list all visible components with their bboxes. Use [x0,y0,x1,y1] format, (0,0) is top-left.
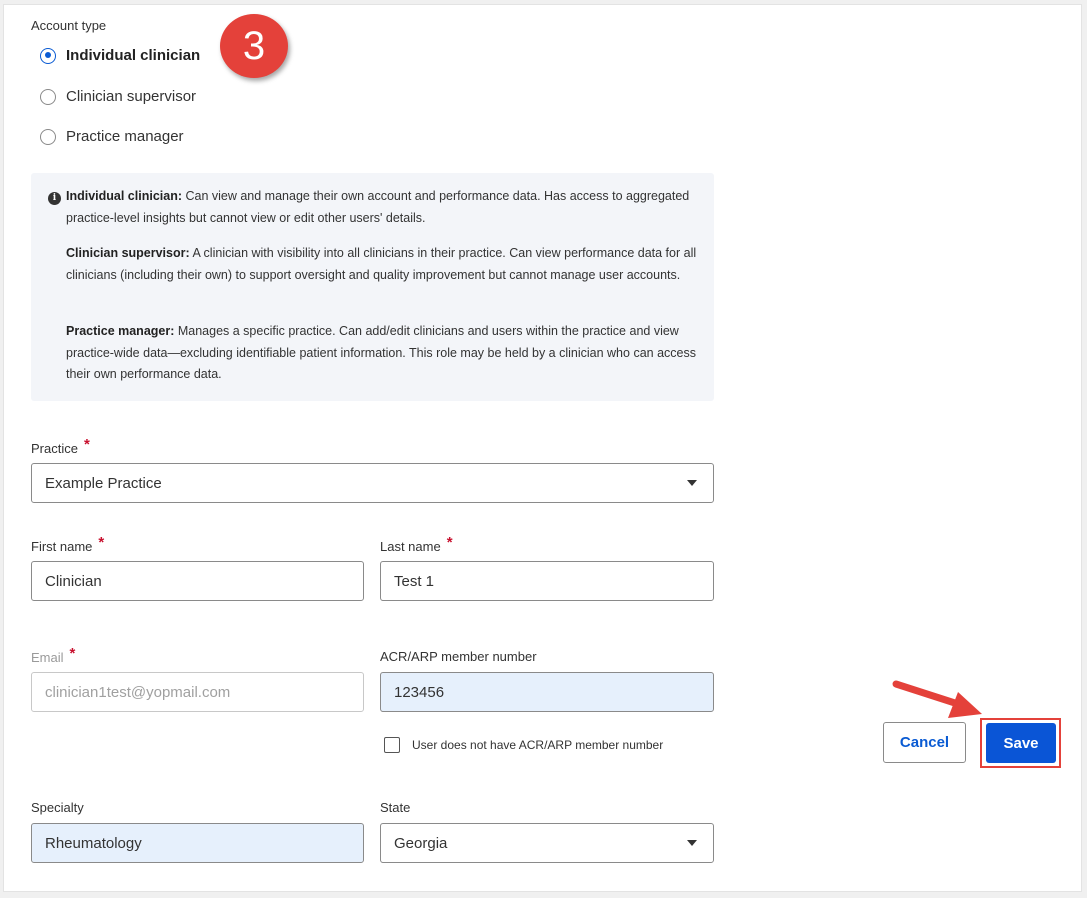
first-name-label: First name * [31,534,104,555]
required-marker: * [446,534,453,551]
state-select-value: Georgia [394,834,448,852]
state-select[interactable]: Georgia [380,823,714,863]
radio-button-checked[interactable] [40,47,56,64]
radio-clinician-supervisor[interactable]: Clinician supervisor [40,88,196,105]
practice-select-value: Example Practice [45,474,162,492]
last-name-input[interactable]: Test 1 [380,561,714,601]
email-value: clinician1test@yopmail.com [45,683,231,701]
email-field: clinician1test@yopmail.com [31,672,364,712]
info-manager: Practice manager: Manages a specific pra… [66,321,706,386]
info-supervisor-title: Clinician supervisor: [66,246,190,260]
email-label-text: Email [31,650,64,665]
no-member-number-label[interactable]: User does not have ACR/ARP member number [412,738,663,752]
caret-down-icon [687,840,697,846]
radio-button[interactable] [40,88,56,105]
required-marker: * [83,436,90,453]
last-name-value: Test 1 [394,572,435,590]
no-member-number-checkbox[interactable] [384,737,400,753]
specialty-label: Specialty [31,800,84,815]
cancel-button[interactable]: Cancel [883,722,966,763]
member-number-label: ACR/ARP member number [380,649,537,664]
info-individual: Individual clinician: Can view and manag… [66,186,706,229]
practice-select[interactable]: Example Practice [31,463,714,503]
state-label: State [380,800,411,815]
required-marker: * [69,645,76,662]
radio-individual-clinician[interactable]: Individual clinician [40,47,200,64]
specialty-input[interactable]: Rheumatology [31,823,364,863]
practice-label-text: Practice [31,441,78,456]
member-number-input[interactable]: 123456 [380,672,714,712]
save-button[interactable]: Save [986,723,1056,763]
specialty-value: Rheumatology [45,834,142,852]
info-individual-title: Individual clinician: [66,189,182,203]
info-icon: i [48,192,61,205]
arrow-annotation-icon [892,680,982,718]
first-name-input[interactable]: Clinician [31,561,364,601]
info-supervisor: Clinician supervisor: A clinician with v… [66,243,706,286]
radio-practice-manager[interactable]: Practice manager [40,128,184,145]
practice-label: Practice * [31,436,90,457]
radio-label: Individual clinician [66,47,201,64]
radio-button[interactable] [40,128,56,145]
first-name-value: Clinician [45,572,102,590]
member-number-value: 123456 [394,683,445,701]
caret-down-icon [687,480,697,486]
required-marker: * [98,534,105,551]
account-type-label: Account type [31,18,107,33]
email-label: Email * [31,645,75,666]
account-type-info-box: i Individual clinician: Can view and man… [31,173,714,401]
last-name-label: Last name * [380,534,453,555]
first-name-label-text: First name [31,539,93,554]
radio-label: Practice manager [66,128,184,145]
radio-label: Clinician supervisor [66,88,197,105]
step-number-badge: 3 [220,14,288,78]
info-manager-title: Practice manager: [66,324,175,338]
last-name-label-text: Last name [380,539,441,554]
